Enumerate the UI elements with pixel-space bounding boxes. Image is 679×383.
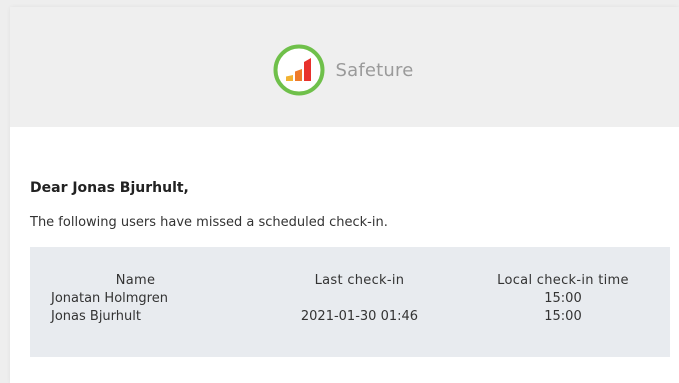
header-last-checkin: Last check-in [314, 272, 405, 288]
brand: Safeture [273, 44, 413, 96]
header-name: Name [115, 272, 156, 288]
table-header-row: Name Last check-in Local check-in time [30, 271, 670, 289]
cell-name: Jonas Bjurhult [51, 308, 141, 324]
table-row: Jonas Bjurhult 2021-01-30 01:46 15:00 [30, 307, 670, 325]
cell-local-time: 15:00 [544, 308, 582, 324]
email-content: Dear Jonas Bjurhult, The following users… [10, 180, 679, 357]
cell-name: Jonatan Holmgren [51, 290, 168, 306]
cell-last-checkin [263, 289, 456, 307]
cell-last-checkin: 2021-01-30 01:46 [300, 308, 419, 324]
bar-chart-logo-icon [273, 44, 325, 96]
missed-checkins-panel: Name Last check-in Local check-in time J… [30, 247, 670, 357]
header-local-checkin-time: Local check-in time [497, 272, 629, 288]
email-header: Safeture [10, 7, 679, 127]
logo-bar-3 [304, 58, 312, 81]
table-row: Jonatan Holmgren 15:00 [30, 289, 670, 307]
missed-checkins-table: Name Last check-in Local check-in time J… [30, 271, 670, 325]
brand-name: Safeture [335, 59, 414, 81]
greeting: Dear Jonas Bjurhult, [30, 180, 189, 196]
intro-text: The following users have missed a schedu… [30, 215, 388, 230]
cell-local-time: 15:00 [544, 290, 582, 306]
email-body: Safeture Dear Jonas Bjurhult, The follow… [10, 7, 679, 383]
